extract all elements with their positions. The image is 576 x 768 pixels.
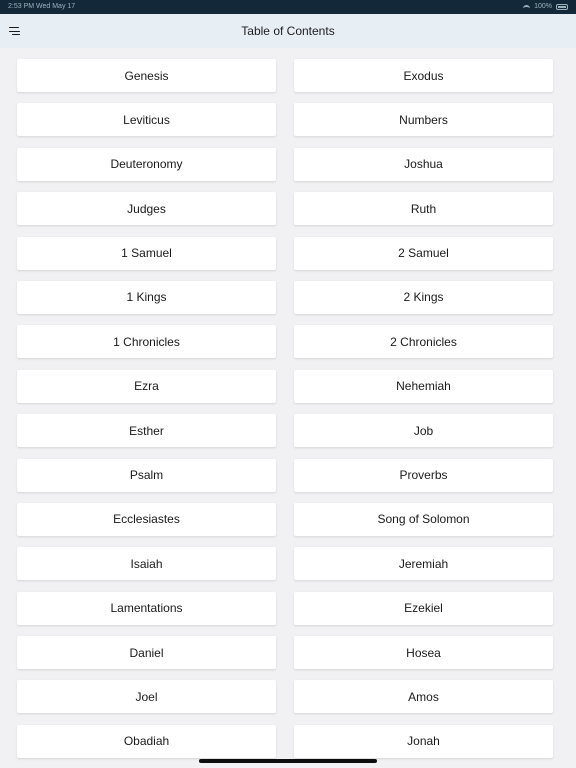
- book-button-jeremiah[interactable]: Jeremiah: [294, 547, 553, 581]
- book-button-jonah[interactable]: Jonah: [294, 724, 553, 758]
- book-button-song-of-solomon[interactable]: Song of Solomon: [294, 502, 553, 536]
- menu-icon-line: [9, 30, 20, 32]
- book-button-ezekiel[interactable]: Ezekiel: [294, 591, 553, 625]
- book-button-lamentations[interactable]: Lamentations: [17, 591, 276, 625]
- book-button-1-kings[interactable]: 1 Kings: [17, 280, 276, 314]
- book-button-exodus[interactable]: Exodus: [294, 59, 553, 92]
- book-button-2-kings[interactable]: 2 Kings: [294, 280, 553, 314]
- book-button-1-samuel[interactable]: 1 Samuel: [17, 236, 276, 270]
- menu-button[interactable]: [6, 22, 24, 40]
- book-button-2-samuel[interactable]: 2 Samuel: [294, 236, 553, 270]
- battery-icon: [556, 4, 568, 10]
- book-button-amos[interactable]: Amos: [294, 680, 553, 714]
- book-button-psalm[interactable]: Psalm: [17, 458, 276, 492]
- book-button-daniel[interactable]: Daniel: [17, 636, 276, 670]
- book-button-joshua[interactable]: Joshua: [294, 147, 553, 181]
- navigation-bar: Table of Contents: [0, 14, 576, 48]
- book-button-isaiah[interactable]: Isaiah: [17, 547, 276, 581]
- book-button-numbers[interactable]: Numbers: [294, 103, 553, 137]
- battery-percent: 100%: [534, 3, 552, 10]
- status-bar: 2:53 PM Wed May 17 100%: [0, 0, 576, 14]
- book-button-job[interactable]: Job: [294, 414, 553, 448]
- status-indicators: 100%: [523, 0, 568, 14]
- book-button-hosea[interactable]: Hosea: [294, 636, 553, 670]
- status-time-date: 2:53 PM Wed May 17: [8, 3, 76, 10]
- book-button-nehemiah[interactable]: Nehemiah: [294, 369, 553, 403]
- book-button-joel[interactable]: Joel: [17, 680, 276, 714]
- book-button-judges[interactable]: Judges: [17, 192, 276, 226]
- book-button-ecclesiastes[interactable]: Ecclesiastes: [17, 502, 276, 536]
- book-button-ruth[interactable]: Ruth: [294, 192, 553, 226]
- book-button-ezra[interactable]: Ezra: [17, 369, 276, 403]
- page-title: Table of Contents: [241, 24, 335, 38]
- book-button-genesis[interactable]: Genesis: [17, 59, 276, 92]
- home-indicator[interactable]: [199, 759, 377, 763]
- book-grid: Genesis Exodus Leviticus Numbers Deuteronomy…: [17, 59, 553, 758]
- wifi-icon: [523, 4, 531, 10]
- menu-icon-line: [12, 34, 20, 36]
- book-button-obadiah[interactable]: Obadiah: [17, 724, 276, 758]
- book-button-1-chronicles[interactable]: 1 Chronicles: [17, 325, 276, 359]
- book-button-leviticus[interactable]: Leviticus: [17, 103, 276, 137]
- book-button-2-chronicles[interactable]: 2 Chronicles: [294, 325, 553, 359]
- book-button-deuteronomy[interactable]: Deuteronomy: [17, 147, 276, 181]
- book-button-proverbs[interactable]: Proverbs: [294, 458, 553, 492]
- menu-icon: [9, 27, 19, 29]
- book-button-esther[interactable]: Esther: [17, 414, 276, 448]
